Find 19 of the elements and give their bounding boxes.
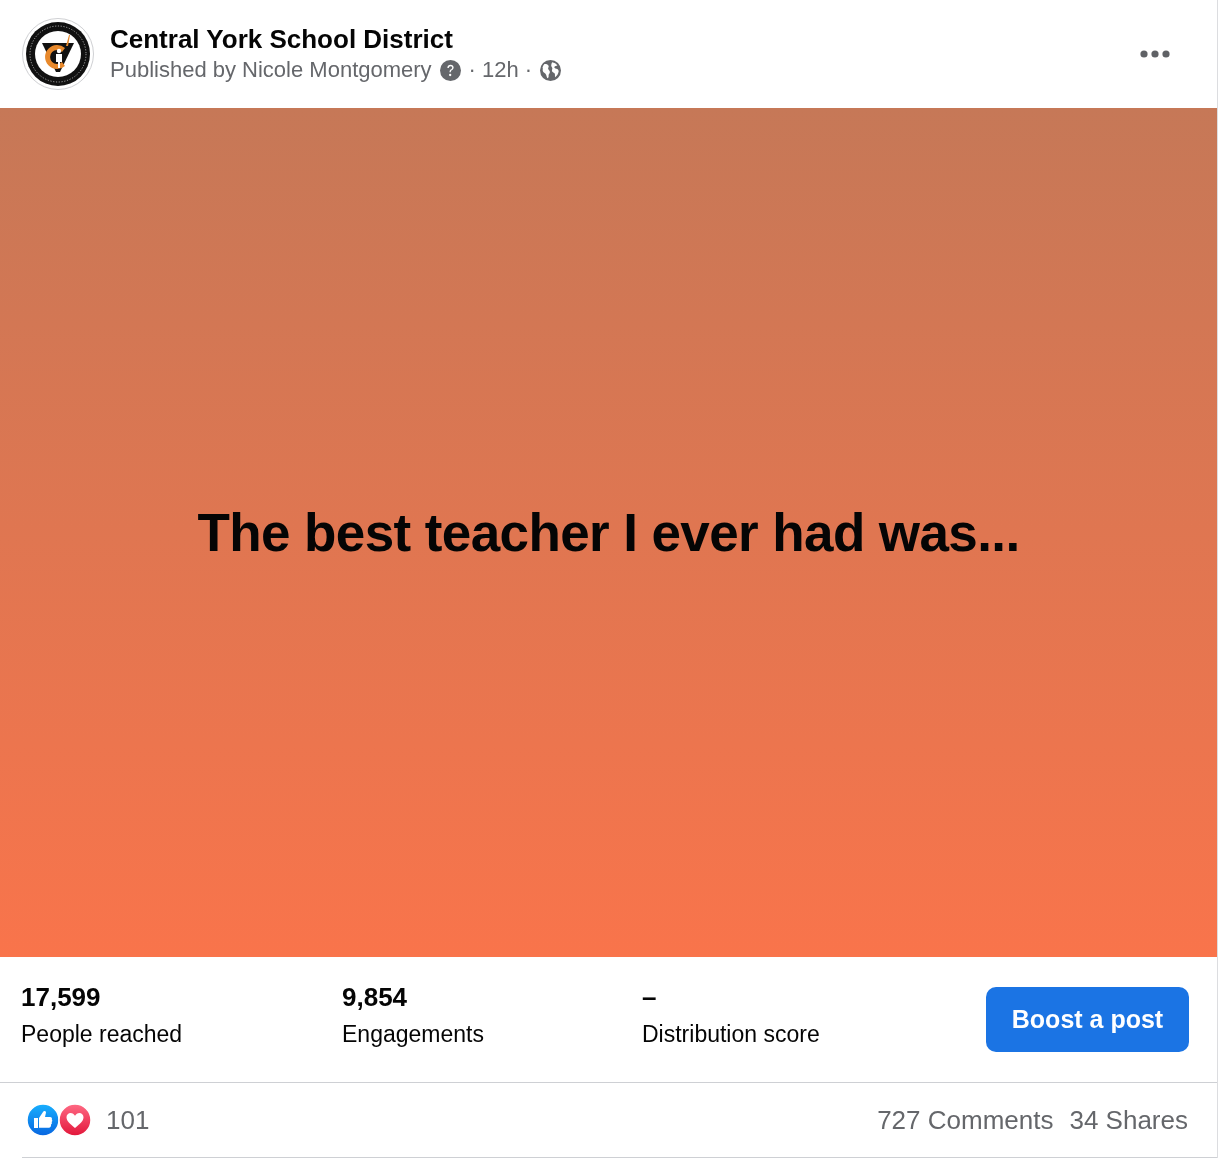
shares-link[interactable]: 34 Shares	[1069, 1100, 1188, 1140]
byline: Published by Nicole Montgomery	[110, 56, 432, 84]
thumbs-up-icon[interactable]	[26, 1103, 60, 1137]
stat-value: –	[642, 981, 657, 1013]
post-text: The best teacher I ever had was...	[197, 501, 1020, 564]
help-icon[interactable]	[439, 59, 461, 81]
globe-icon	[540, 59, 562, 81]
stat-label: People reached	[21, 1020, 183, 1049]
school-logo-icon[interactable]	[22, 18, 94, 90]
reaction-count[interactable]: 101	[106, 1100, 150, 1140]
comments-link[interactable]: 727 Comments	[877, 1100, 1054, 1140]
stat-label: Engagements	[342, 1020, 484, 1049]
stat-label: Distribution score	[642, 1020, 820, 1049]
post-time[interactable]: · 12h ·	[468, 55, 533, 85]
more-icon[interactable]	[1140, 50, 1170, 58]
stat-value: 17,599	[21, 981, 101, 1013]
page-name[interactable]: Central York School District	[110, 23, 453, 55]
stat-value: 9,854	[342, 981, 408, 1013]
boost-post-button[interactable]: Boost a post	[986, 987, 1189, 1052]
